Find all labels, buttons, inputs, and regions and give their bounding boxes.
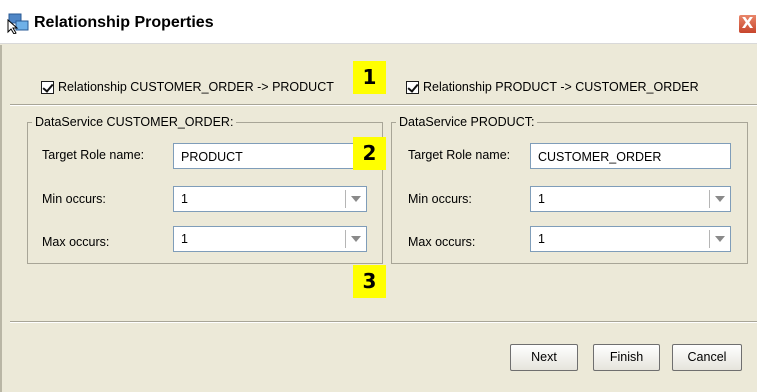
top-separator — [10, 104, 757, 106]
max-occurs-select-left[interactable]: 1 — [173, 226, 367, 252]
selected-value: 1 — [181, 192, 188, 206]
checkbox-checked-icon[interactable] — [41, 80, 54, 94]
chevron-down-icon[interactable] — [351, 236, 361, 242]
cancel-button[interactable]: Cancel — [672, 344, 742, 371]
annotation-badge-3: 3 — [353, 265, 386, 298]
combo-divider — [345, 230, 346, 248]
max-occurs-label: Max occurs: — [408, 235, 476, 249]
target-role-label: Target Role name: — [42, 148, 145, 162]
min-occurs-label: Min occurs: — [42, 192, 106, 206]
bottom-separator — [10, 321, 757, 323]
min-occurs-select-left[interactable]: 1 — [173, 186, 367, 212]
selected-value: 1 — [538, 192, 545, 206]
selected-value: 1 — [181, 232, 188, 246]
combo-divider — [345, 190, 346, 208]
combo-divider — [709, 190, 710, 208]
checkbox-label: Relationship CUSTOMER_ORDER -> PRODUCT — [58, 80, 334, 94]
target-role-input-right[interactable]: CUSTOMER_ORDER — [530, 143, 731, 169]
chevron-down-icon[interactable] — [351, 196, 361, 202]
selected-value: 1 — [538, 232, 545, 246]
next-button[interactable]: Next — [510, 344, 578, 371]
close-button[interactable]: X — [738, 14, 757, 34]
annotation-badge-1: 1 — [353, 61, 386, 94]
annotation-badge-2: 2 — [353, 137, 386, 170]
chevron-down-icon[interactable] — [715, 236, 725, 242]
target-role-label: Target Role name: — [408, 148, 511, 162]
target-role-input-left[interactable]: PRODUCT — [173, 143, 367, 169]
close-icon: X — [741, 14, 754, 32]
title-bar[interactable]: Relationship Properties X — [0, 0, 757, 44]
chevron-down-icon[interactable] — [715, 196, 725, 202]
finish-button[interactable]: Finish — [593, 344, 660, 371]
checkbox-customer-order-to-product[interactable]: Relationship CUSTOMER_ORDER -> PRODUCT — [41, 80, 334, 94]
relationship-app-icon — [7, 13, 29, 34]
dialog-title: Relationship Properties — [34, 14, 214, 31]
group-title: DataService PRODUCT: — [396, 115, 538, 129]
min-occurs-label: Min occurs: — [408, 192, 472, 206]
relationship-properties-dialog: Relationship Properties X Relationship C… — [0, 0, 757, 392]
max-occurs-label: Max occurs: — [42, 235, 110, 249]
checkbox-label: Relationship PRODUCT -> CUSTOMER_ORDER — [423, 80, 699, 94]
checkbox-checked-icon[interactable] — [406, 80, 419, 94]
max-occurs-select-right[interactable]: 1 — [530, 226, 731, 252]
group-title: DataService CUSTOMER_ORDER: — [32, 115, 237, 129]
min-occurs-select-right[interactable]: 1 — [530, 186, 731, 212]
combo-divider — [709, 230, 710, 248]
checkbox-product-to-customer-order[interactable]: Relationship PRODUCT -> CUSTOMER_ORDER — [406, 80, 699, 94]
